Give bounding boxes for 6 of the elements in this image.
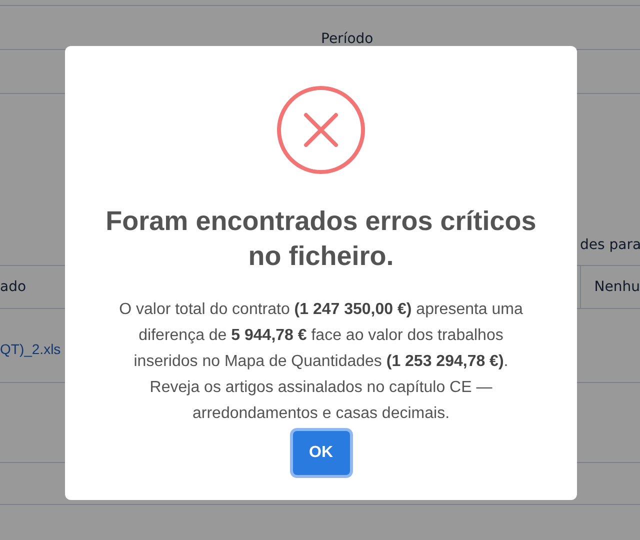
error-icon <box>277 86 365 174</box>
note-text: des para <box>580 237 640 253</box>
column-header: Período <box>321 31 374 47</box>
ok-button[interactable]: OK <box>292 431 350 475</box>
column-header: Nenhu <box>593 279 640 295</box>
file-link[interactable]: QT)_2.xls <box>0 341 61 382</box>
